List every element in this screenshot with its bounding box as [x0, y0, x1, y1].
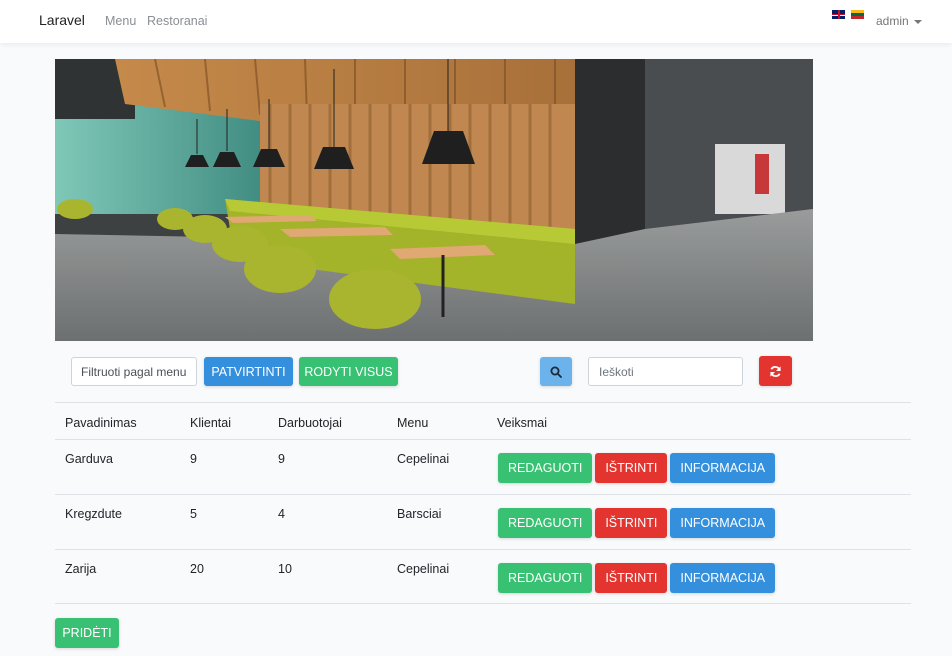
search-icon [550, 366, 562, 378]
cell-workers: 10 [278, 562, 292, 576]
cell-clients: 9 [190, 452, 197, 466]
cell-name: Garduva [65, 452, 113, 466]
table-row: Zarija 20 10 Cepelinai REDAGUOTI IŠTRINT… [55, 549, 911, 604]
table-header-row: Pavadinimas Klientai Darbuotojai Menu Ve… [55, 402, 911, 440]
refresh-icon [770, 365, 781, 377]
nav-link-restoranai[interactable]: Restoranai [147, 14, 207, 28]
cell-clients: 5 [190, 507, 197, 521]
nav-link-menu[interactable]: Menu [105, 14, 136, 28]
cell-menu: Cepelinai [397, 562, 450, 576]
reset-button[interactable] [759, 356, 792, 386]
delete-button[interactable]: IŠTRINTI [595, 563, 668, 593]
filter-menu-input[interactable] [71, 357, 197, 386]
edit-button[interactable]: REDAGUOTI [498, 453, 593, 483]
table-row: Garduva 9 9 Cepelinai REDAGUOTI IŠTRINTI… [55, 439, 911, 494]
info-button[interactable]: INFORMACIJA [670, 453, 776, 483]
caret-down-icon [913, 19, 922, 24]
cell-name: Zarija [65, 562, 97, 576]
cell-workers: 9 [278, 452, 285, 466]
edit-button[interactable]: REDAGUOTI [498, 508, 593, 538]
header-clients: Klientai [190, 416, 231, 430]
cell-menu: Barsciai [397, 507, 442, 521]
search-button[interactable] [540, 357, 572, 386]
hero-image [55, 59, 813, 341]
user-name: admin [876, 14, 909, 28]
cell-menu: Cepelinai [397, 452, 450, 466]
header-name: Pavadinimas [65, 416, 137, 430]
header-menu: Menu [397, 416, 429, 430]
search-input[interactable] [588, 357, 743, 386]
cell-workers: 4 [278, 507, 285, 521]
edit-button[interactable]: REDAGUOTI [498, 563, 593, 593]
header-workers: Darbuotojai [278, 416, 342, 430]
brand-link[interactable]: Laravel [39, 12, 85, 28]
row-actions: REDAGUOTI IŠTRINTI INFORMACIJA [498, 508, 776, 538]
flag-lt-icon[interactable] [851, 10, 864, 19]
header-actions: Veiksmai [497, 416, 548, 430]
add-restaurant-button[interactable]: PRIDĖTI [55, 618, 119, 648]
user-dropdown[interactable]: admin [876, 14, 922, 28]
table-row: Kregzdute 5 4 Barsciai REDAGUOTI IŠTRINT… [55, 494, 911, 549]
cell-clients: 20 [190, 562, 204, 576]
row-actions: REDAGUOTI IŠTRINTI INFORMACIJA [498, 453, 776, 483]
show-all-button[interactable]: RODYTI VISUS [299, 357, 398, 386]
cell-name: Kregzdute [65, 507, 122, 521]
navbar: Laravel Menu Restoranai admin [0, 0, 952, 43]
confirm-filter-button[interactable]: PATVIRTINTI [204, 357, 293, 386]
flag-en-icon[interactable] [832, 10, 845, 19]
info-button[interactable]: INFORMACIJA [670, 563, 776, 593]
delete-button[interactable]: IŠTRINTI [595, 508, 668, 538]
row-actions: REDAGUOTI IŠTRINTI INFORMACIJA [498, 563, 776, 593]
info-button[interactable]: INFORMACIJA [670, 508, 776, 538]
delete-button[interactable]: IŠTRINTI [595, 453, 668, 483]
